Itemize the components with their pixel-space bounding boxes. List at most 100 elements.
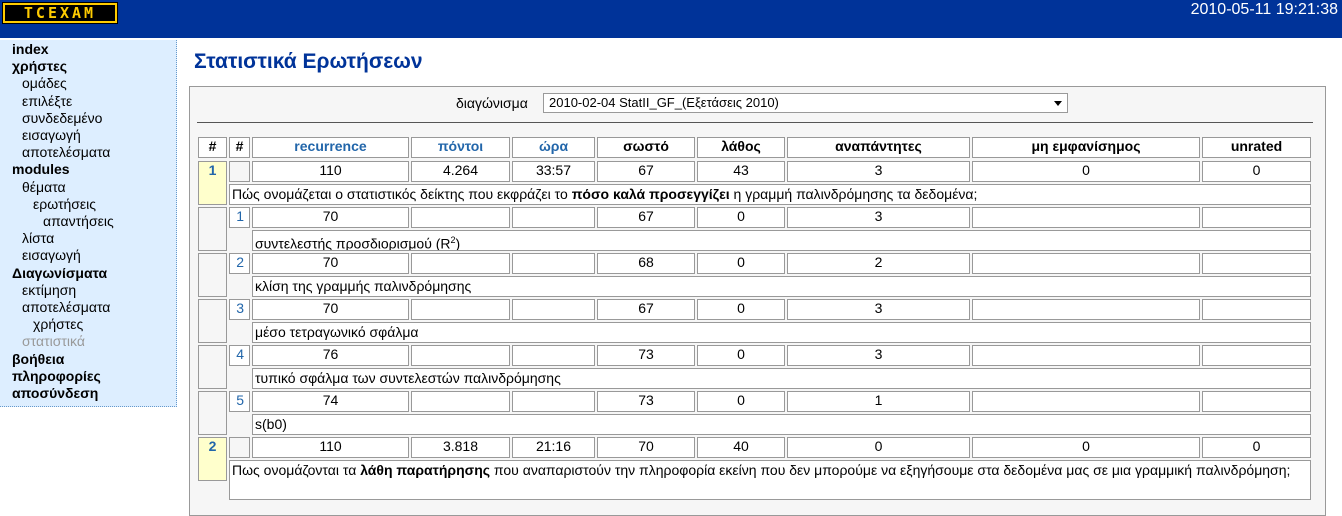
answer-row-spacer	[198, 391, 227, 435]
stat-cell: 73	[597, 391, 695, 412]
answer-row-spacer	[198, 345, 227, 389]
header-num: #	[198, 137, 227, 158]
answer-row-spacer	[198, 299, 227, 343]
stat-cell: 3	[787, 299, 970, 320]
question-text-part: Πώς ονομάζεται ο στατιστικός δείκτης που…	[232, 186, 572, 202]
answer-number: 2	[229, 253, 250, 274]
answer-text: μέσο τετραγωνικό σφάλμα	[252, 322, 1311, 343]
answer-text: τυπικό σφάλμα των συντελεστών παλινδρόμη…	[252, 368, 1311, 389]
stat-cell: 0	[1202, 437, 1311, 458]
header-unanswered: αναπάντητες	[787, 137, 970, 158]
menu-item[interactable]: εκτίμηση	[22, 282, 76, 299]
menu-item[interactable]: εισαγωγή	[22, 247, 81, 264]
answer-text-label: κλίση της γραμμής παλινδρόμησης	[255, 278, 472, 294]
menu-item[interactable]: θέματα	[22, 179, 66, 196]
question-number: 1	[198, 161, 227, 205]
menu-item[interactable]: ομάδες	[22, 75, 67, 92]
stat-cell: 74	[252, 391, 409, 412]
answer-text-label: s(b0)	[255, 416, 287, 432]
stat-cell: 0	[697, 345, 785, 366]
menu-item[interactable]: αποτελέσματα	[22, 299, 110, 316]
stat-cell: 0	[787, 437, 970, 458]
tcexam-logo[interactable]: TCEXAM	[2, 2, 118, 24]
answer-text: κλίση της γραμμής παλινδρόμησης	[252, 276, 1311, 297]
stat-cell: 70	[252, 299, 409, 320]
logo-text: TCEXAM	[5, 5, 115, 21]
header-sub-num: #	[229, 137, 250, 158]
answer-number: 3	[229, 299, 250, 320]
header-unrated: unrated	[1202, 137, 1311, 158]
menu-item[interactable]: εισαγωγή	[22, 127, 81, 144]
menu-item[interactable]: Διαγωνίσματα	[12, 265, 107, 282]
stat-cell: 0	[697, 207, 785, 228]
question-sub-number	[229, 437, 250, 458]
menu-item[interactable]: χρήστες	[12, 58, 67, 75]
menu-item[interactable]: χρήστες	[33, 316, 83, 333]
stat-cell	[1202, 253, 1311, 274]
menu-item[interactable]: αποσύνδεση	[12, 385, 98, 402]
stat-cell: 67	[597, 161, 695, 182]
stat-cell: 68	[597, 253, 695, 274]
stat-cell: 21:16	[512, 437, 595, 458]
menu-item[interactable]: πληροφορίες	[12, 368, 101, 385]
test-select[interactable]: 2010-02-04 StatII_GF_(Εξετάσεις 2010)	[543, 93, 1068, 113]
question-text-part: που αναπαριστούν την πληροφορία εκείνη π…	[490, 462, 1291, 478]
stat-cell: 0	[972, 437, 1200, 458]
header-time[interactable]: ώρα	[512, 137, 595, 158]
stat-cell	[1202, 391, 1311, 412]
stat-cell: 67	[597, 207, 695, 228]
answer-text-label: τυπικό σφάλμα των συντελεστών παλινδρόμη…	[255, 370, 561, 386]
stat-cell: 3	[787, 161, 970, 182]
menu-item[interactable]: απαντήσεις	[43, 213, 114, 230]
stat-cell: 67	[597, 299, 695, 320]
stat-cell: 33:57	[512, 161, 595, 182]
stat-cell: 110	[252, 437, 409, 458]
header-points[interactable]: πόντοι	[411, 137, 510, 158]
question-text-emphasis: λάθη παρατήρησης	[360, 462, 491, 478]
stat-cell: 0	[697, 299, 785, 320]
menu-item[interactable]: λίστα	[22, 230, 54, 247]
stat-cell	[1202, 207, 1311, 228]
menu-item[interactable]: ερωτήσεις	[33, 196, 96, 213]
menu-item[interactable]: βοήθεια	[12, 351, 64, 368]
sidebar-menu: index χρήστες ομάδες επιλέξτε συνδεδεμένο εισ…	[0, 40, 177, 407]
stat-cell	[411, 253, 510, 274]
menu-item[interactable]: συνδεδεμένο	[22, 110, 102, 127]
stat-cell	[411, 391, 510, 412]
menu-item[interactable]: αποτελέσματα	[22, 144, 110, 161]
stat-cell: 0	[697, 253, 785, 274]
stat-cell	[411, 299, 510, 320]
question-sub-number	[229, 161, 250, 182]
datetime: 2010-05-11 19:21:38	[1190, 1, 1338, 18]
test-select-label: διαγώνισμα	[456, 95, 528, 111]
stat-cell: 0	[1202, 161, 1311, 182]
stat-cell	[1202, 299, 1311, 320]
stat-cell: 76	[252, 345, 409, 366]
header-recurrence[interactable]: recurrence	[252, 137, 409, 158]
stat-cell	[512, 253, 595, 274]
menu-item[interactable]: modules	[12, 161, 70, 178]
stat-cell: 0	[972, 161, 1200, 182]
header-not-displayed: μη εμφανίσημος	[972, 137, 1200, 158]
header-bar: TCEXAM 2010-05-11 19:21:38	[0, 0, 1342, 38]
stat-cell	[972, 207, 1200, 228]
stat-cell: 3	[787, 207, 970, 228]
stat-cell: 40	[697, 437, 785, 458]
stat-cell	[512, 299, 595, 320]
stat-cell	[411, 207, 510, 228]
menu-item[interactable]: επιλέξτε	[22, 93, 72, 110]
stat-cell	[972, 391, 1200, 412]
test-select-value: 2010-02-04 StatII_GF_(Εξετάσεις 2010)	[549, 95, 779, 110]
stat-cell: 1	[787, 391, 970, 412]
question-text: Πώς ονομάζεται ο στατιστικός δείκτης που…	[229, 184, 1311, 205]
answer-text-end: )	[455, 235, 461, 251]
stat-cell	[512, 207, 595, 228]
menu-item[interactable]: index	[12, 41, 49, 58]
divider	[197, 122, 1313, 123]
answer-row-spacer	[198, 207, 227, 251]
stat-cell: 70	[597, 437, 695, 458]
stat-cell	[411, 345, 510, 366]
answer-text-label: μέσο τετραγωνικό σφάλμα	[255, 324, 419, 340]
stat-cell: 4.264	[411, 161, 510, 182]
header-wrong: λάθος	[697, 137, 785, 158]
